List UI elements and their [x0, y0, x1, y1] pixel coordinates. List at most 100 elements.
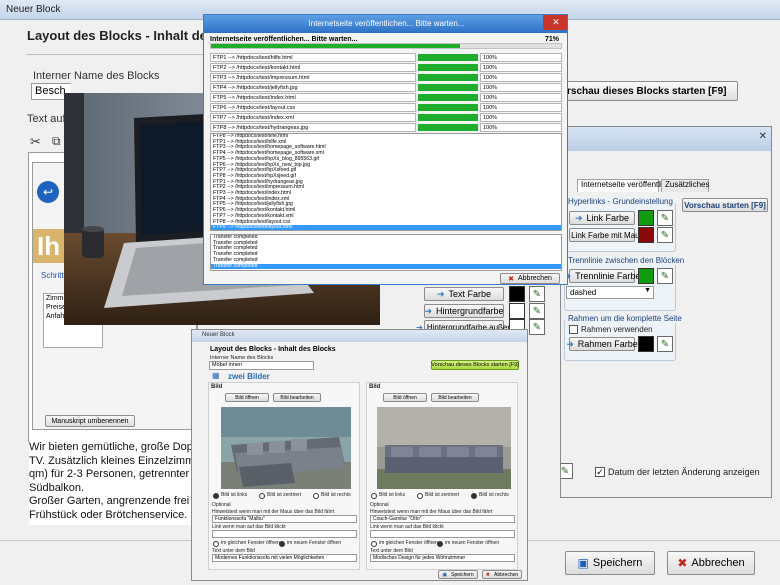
frame-group-title: Rahmen um die komplette Seite	[566, 314, 684, 323]
left-open-image-button[interactable]: Bild öffnen	[225, 393, 269, 402]
bg-color-icon: ➜	[424, 305, 432, 316]
transfer-path: FTP1 --> /httpdocs/test/hilfe.html	[210, 53, 416, 62]
rename-manuscript-button[interactable]: Manuskript umbenennen	[45, 415, 135, 427]
main-save-button[interactable]: ▣ Speichern	[565, 551, 655, 575]
left-optional-label: Optional	[212, 502, 231, 508]
bg-app-link[interactable]: Schritt	[41, 271, 64, 280]
upload-cancel-label: Abbrechen	[518, 275, 552, 282]
right-radio-left-label: Bild ist links	[379, 492, 406, 498]
left-caption-input[interactable]: Modernes Funktionssofa mit vielen Möglic…	[212, 554, 357, 562]
upload-title: Internetseite veröffentlichen... Bitte w…	[308, 19, 465, 28]
link-color-button[interactable]: ➜ Link Farbe	[569, 211, 635, 225]
upload-close-icon[interactable]: ✕	[543, 15, 567, 30]
right-link-input[interactable]	[370, 530, 515, 538]
transfer-row: FTP6 --> /httpdocs/test/layout.css 100%	[210, 103, 562, 113]
left-radio-left[interactable]	[213, 493, 219, 499]
separator-style-select[interactable]: dashed ▼	[566, 286, 654, 299]
separator-color-picker-icon[interactable]: ✎	[657, 268, 673, 284]
link-color-mouse-swatch[interactable]	[638, 227, 654, 243]
frame-color-swatch[interactable]	[638, 336, 654, 352]
main-cancel-label: Abbrechen	[691, 557, 745, 569]
link-color-mouse-button[interactable]: ➜ Link Farbe mit Maus	[561, 228, 644, 242]
text-color-swatch[interactable]	[509, 286, 525, 302]
right-edit-image-label: Bild bearbeiten	[438, 394, 472, 401]
separator-color-button[interactable]: ➜ Trennlinie Farbe	[564, 269, 640, 283]
settings-window: ✕ Internetseite veröffentlichen Zusätzli…	[560, 126, 772, 498]
image-block-cancel-label: Abbrechen	[494, 571, 519, 578]
use-frame-checkbox[interactable]	[569, 325, 578, 334]
last-change-picker-icon[interactable]: ✎	[561, 463, 573, 479]
transfer-row: FTP1 --> /httpdocs/test/hilfe.html 100%	[210, 53, 562, 63]
text-color-button[interactable]: ➜ Text Farbe	[424, 287, 504, 301]
transfer-path: FTP3 --> /httpdocs/test/impressum.html	[210, 73, 416, 82]
last-change-checkbox[interactable]: ✓	[595, 467, 605, 477]
tab-publish[interactable]: Internetseite veröffentlichen	[577, 179, 679, 192]
back-icon[interactable]: ↩	[37, 181, 59, 203]
image-block-name-input[interactable]: Möbel innen	[209, 361, 314, 370]
left-image-panel: Bild Bild öffnen Bild bearbeiten Bild is…	[208, 382, 360, 570]
image-block-cancel-button[interactable]: ✖ Abbrechen	[482, 570, 522, 579]
right-open-image-button[interactable]: Bild öffnen	[383, 393, 427, 402]
right-caption-input[interactable]: Modisches Design für jedes Wohnzimmer	[370, 554, 515, 562]
hyperlinks-group-title: Hyperlinks - Grundeinstellung	[566, 197, 675, 206]
bg-color-outside-picker-icon[interactable]: ✎	[529, 319, 545, 335]
left-new-window-radio[interactable]	[279, 541, 285, 547]
bg-color-button[interactable]: ➜ Hintergrundfarbe	[424, 304, 504, 318]
upload-cancel-button[interactable]: ✖ Abbrechen	[500, 273, 560, 284]
left-open-image-label: Bild öffnen	[235, 394, 259, 401]
transfer-percent: 100%	[480, 63, 562, 72]
frame-color-button[interactable]: ➜ Rahmen Farbe	[566, 337, 638, 351]
right-radio-center[interactable]	[417, 493, 423, 499]
upload-titlebar: Internetseite veröffentlichen... Bitte w…	[204, 15, 567, 33]
left-hover-input[interactable]: Funktionssofa "Malbu"	[212, 515, 357, 523]
tab-extras[interactable]: Zusätzliches	[661, 179, 709, 192]
right-hover-input[interactable]: Couch-Garnitur "Otto"	[370, 515, 515, 523]
cut-icon[interactable]: ✂	[30, 134, 41, 150]
preview-block-button[interactable]: rschau dieses Blocks starten [F9]	[564, 81, 738, 101]
settings-close-icon[interactable]: ✕	[759, 131, 767, 142]
left-radio-right[interactable]	[313, 493, 319, 499]
transfer-log[interactable]: FTP8 --> /httpdocs/test/hilfe.html FTP1 -…	[210, 133, 562, 231]
internal-name-label: Interner Name des Blocks	[33, 70, 160, 82]
separator-color-label: Trennlinie Farbe	[575, 271, 641, 281]
preview-start-label: Vorschau starten [F9]	[684, 200, 766, 210]
separator-color-swatch[interactable]	[638, 268, 654, 284]
preview-start-button[interactable]: Vorschau starten [F9]	[682, 198, 768, 212]
right-new-window-radio[interactable]	[437, 541, 443, 547]
left-radio-center-label: Bild ist zentriert	[267, 492, 302, 498]
body-line: Großer Garten, angrenzende frei	[29, 495, 190, 507]
transfer-path: FTP7 --> /httpdocs/test/index.xml	[210, 113, 416, 122]
main-cancel-button[interactable]: ✖ Abbrechen	[667, 551, 755, 575]
left-radio-right-label: Bild ist rechts	[321, 492, 351, 498]
right-same-window-radio[interactable]	[371, 541, 377, 547]
left-radio-center[interactable]	[259, 493, 265, 499]
link-color-picker-icon[interactable]: ✎	[657, 210, 673, 226]
left-link-input[interactable]	[212, 530, 357, 538]
body-line: Südbalkon.	[29, 481, 85, 494]
image-block-preview-button[interactable]: Vorschau dieses Blocks starten [F9]	[431, 360, 519, 370]
last-change-label: Datum der letzten Änderung anzeigen	[608, 467, 760, 477]
right-same-window-label: im gleichen Fenster öffnen	[379, 540, 438, 546]
right-optional-label: Optional	[370, 502, 389, 508]
left-radio-left-label: Bild ist links	[221, 492, 248, 498]
chevron-down-icon: ▼	[644, 287, 651, 294]
right-radio-right[interactable]	[471, 493, 477, 499]
bg-color-label: Hintergrundfarbe	[436, 306, 504, 316]
bg-app-heading: Ih	[37, 231, 61, 261]
text-color-picker-icon[interactable]: ✎	[529, 286, 545, 302]
transfer-percent: 100%	[480, 113, 562, 122]
left-edit-image-button[interactable]: Bild bearbeiten	[273, 393, 321, 402]
right-edit-image-button[interactable]: Bild bearbeiten	[431, 393, 479, 402]
left-new-window-label: im neuen Fenster öffnen	[287, 540, 342, 546]
bg-color-swatch[interactable]	[509, 303, 525, 319]
left-same-window-radio[interactable]	[213, 541, 219, 547]
image-block-save-button[interactable]: ▣ Speichern	[438, 570, 478, 579]
text-color-icon: ➜	[436, 288, 445, 299]
copy-icon[interactable]: ⧉	[52, 134, 61, 149]
link-color-swatch[interactable]	[638, 210, 654, 226]
bg-color-picker-icon[interactable]: ✎	[529, 303, 545, 319]
right-radio-left[interactable]	[371, 493, 377, 499]
link-color-mouse-picker-icon[interactable]: ✎	[657, 227, 673, 243]
frame-color-picker-icon[interactable]: ✎	[657, 336, 673, 352]
cancel-icon: ✖	[677, 556, 688, 570]
